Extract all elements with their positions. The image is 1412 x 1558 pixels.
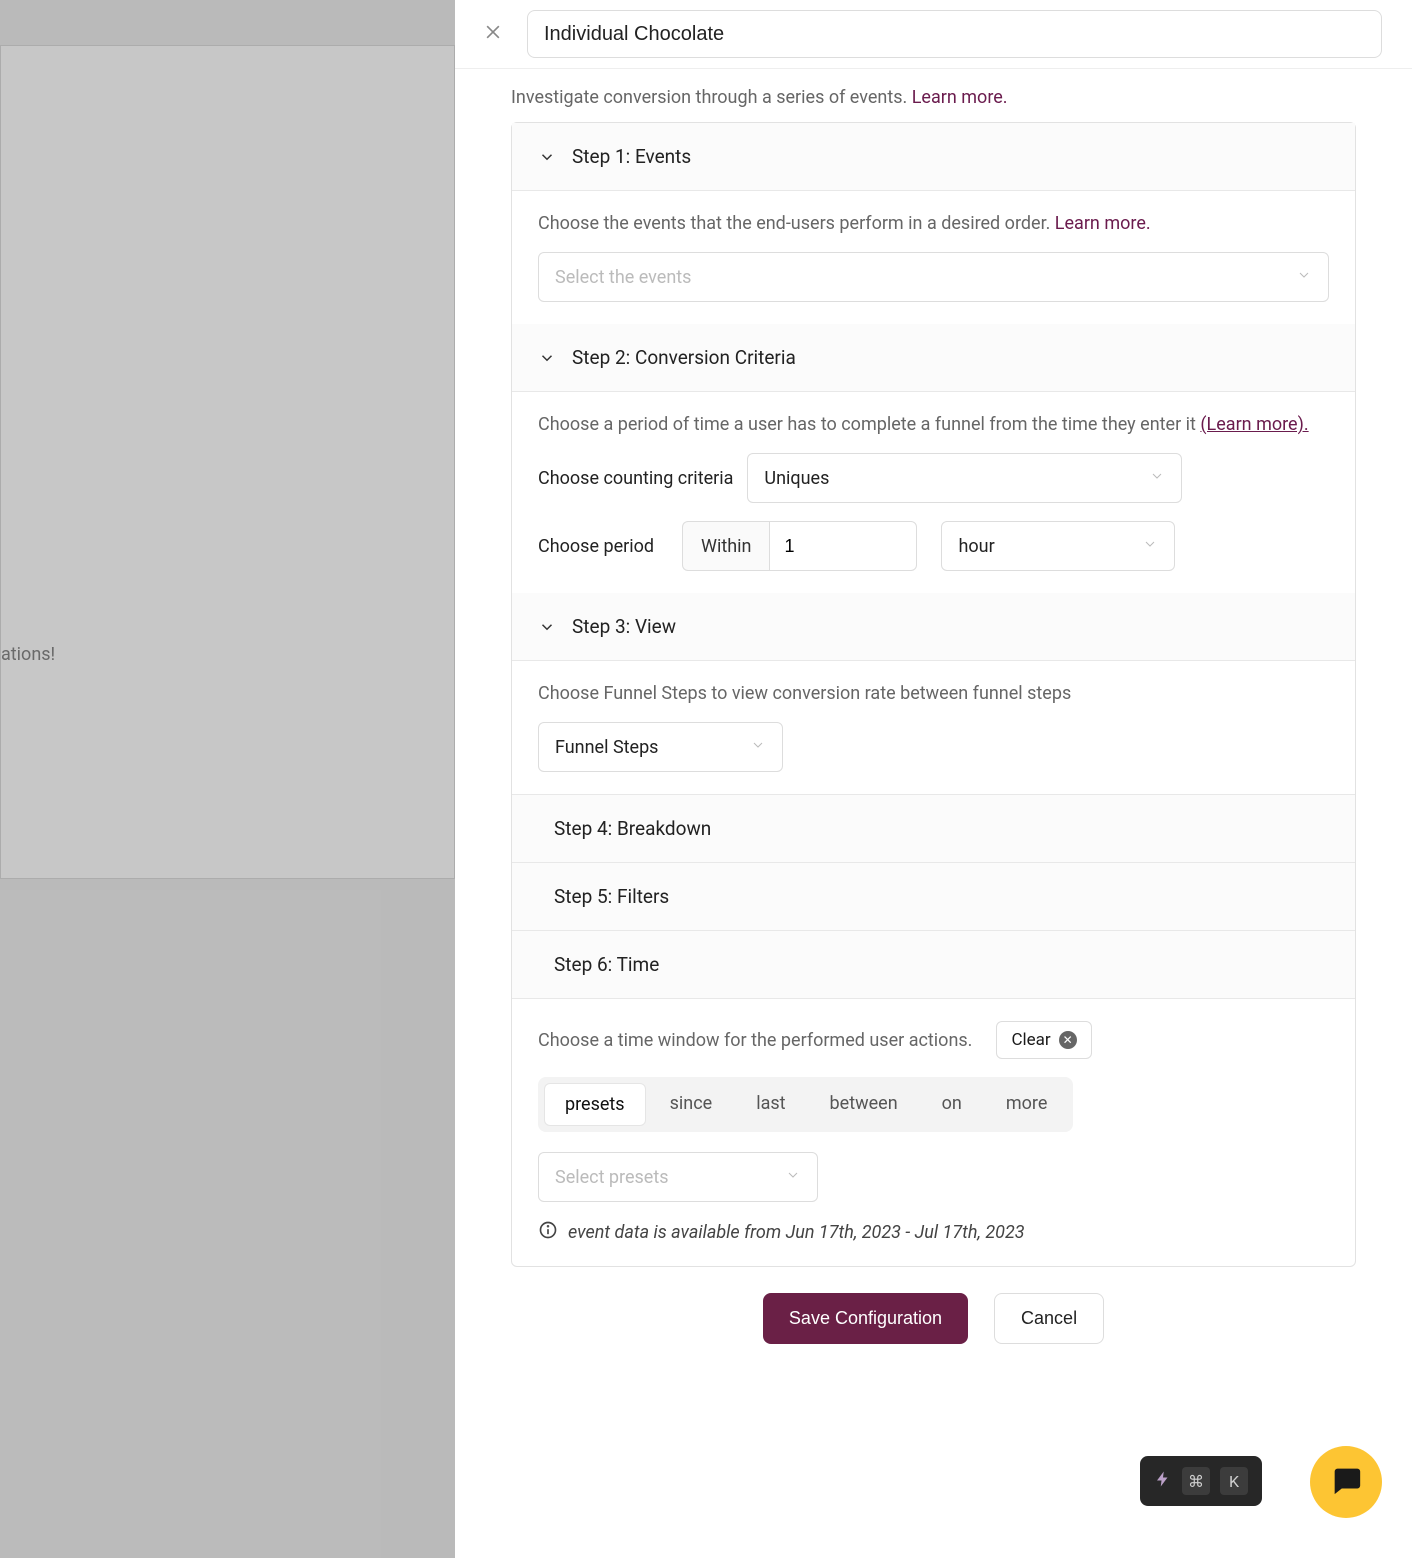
step3-header[interactable]: Step 3: View	[512, 593, 1355, 661]
chevron-down-icon	[750, 737, 766, 757]
tab-since[interactable]: since	[650, 1083, 733, 1126]
intro-learn-more-link[interactable]: Learn more.	[912, 87, 1008, 108]
bolt-icon	[1154, 1470, 1172, 1492]
info-icon	[538, 1220, 558, 1244]
clear-label: Clear	[1011, 1030, 1050, 1050]
step1-title: Step 1: Events	[572, 145, 691, 168]
period-value-group: Within	[682, 521, 917, 571]
period-unit-value: hour	[958, 536, 994, 557]
step4-title: Step 4: Breakdown	[554, 817, 711, 840]
save-button[interactable]: Save Configuration	[763, 1293, 968, 1344]
criteria-select[interactable]: Uniques	[747, 453, 1182, 503]
title-input[interactable]	[527, 10, 1382, 58]
step3-desc: Choose Funnel Steps to view conversion r…	[538, 683, 1329, 704]
period-prefix: Within	[682, 521, 769, 571]
step3-title: Step 3: View	[572, 615, 676, 638]
intro-label: Investigate conversion through a series …	[511, 87, 912, 108]
chevron-down-icon	[538, 618, 556, 636]
drawer-body: Investigate conversion through a series …	[455, 69, 1412, 1384]
step2-desc-text: Choose a period of time a user has to co…	[538, 414, 1200, 435]
clear-x-icon: ✕	[1059, 1031, 1077, 1049]
cmd-key-letter: K	[1220, 1467, 1248, 1495]
background-dimmer	[0, 0, 455, 1558]
chevron-down-icon	[1142, 536, 1158, 556]
step1-desc: Choose the events that the end-users per…	[538, 213, 1329, 234]
chevron-down-icon	[538, 349, 556, 367]
presets-placeholder: Select presets	[555, 1167, 669, 1188]
step6-body: Choose a time window for the performed u…	[512, 998, 1355, 1266]
step5-title: Step 5: Filters	[554, 885, 669, 908]
clear-button[interactable]: Clear ✕	[996, 1021, 1091, 1059]
period-label: Choose period	[538, 536, 668, 557]
time-tabs: presets since last between on more	[538, 1077, 1073, 1132]
step1-body: Choose the events that the end-users per…	[512, 191, 1355, 324]
tab-between[interactable]: between	[810, 1083, 918, 1126]
chat-icon	[1329, 1463, 1363, 1501]
step2-title: Step 2: Conversion Criteria	[572, 346, 796, 369]
step6-title: Step 6: Time	[554, 953, 659, 976]
events-select-placeholder: Select the events	[555, 267, 691, 288]
step6-header[interactable]: Step 6: Time	[512, 930, 1355, 998]
tab-presets[interactable]: presets	[544, 1083, 646, 1126]
criteria-value: Uniques	[764, 468, 829, 489]
command-palette-pill[interactable]: ⌘ K	[1140, 1456, 1262, 1506]
criteria-row: Choose counting criteria Uniques	[538, 453, 1329, 503]
presets-select[interactable]: Select presets	[538, 1152, 818, 1202]
step6-desc: Choose a time window for the performed u…	[538, 1030, 972, 1051]
info-text: event data is available from Jun 17th, 2…	[568, 1222, 1025, 1243]
view-value: Funnel Steps	[555, 737, 658, 758]
time-top-row: Choose a time window for the performed u…	[538, 1021, 1329, 1059]
step2-learn-more-link[interactable]: (Learn more).	[1200, 414, 1308, 435]
steps-panel: Step 1: Events Choose the events that th…	[511, 122, 1356, 1267]
data-availability-info: event data is available from Jun 17th, 2…	[538, 1220, 1329, 1244]
step2-body: Choose a period of time a user has to co…	[512, 392, 1355, 593]
chevron-down-icon	[1296, 267, 1312, 287]
chat-fab[interactable]	[1310, 1446, 1382, 1518]
cmd-key-modifier: ⌘	[1182, 1467, 1210, 1495]
view-select[interactable]: Funnel Steps	[538, 722, 783, 772]
step2-header[interactable]: Step 2: Conversion Criteria	[512, 324, 1355, 392]
config-drawer: Investigate conversion through a series …	[455, 0, 1412, 1558]
close-button[interactable]	[479, 20, 507, 48]
step1-header[interactable]: Step 1: Events	[512, 123, 1355, 191]
close-icon	[483, 22, 503, 46]
cancel-button[interactable]: Cancel	[994, 1293, 1104, 1344]
step1-desc-text: Choose the events that the end-users per…	[538, 213, 1055, 234]
tab-more[interactable]: more	[986, 1083, 1068, 1126]
chevron-down-icon	[538, 148, 556, 166]
chevron-down-icon	[785, 1167, 801, 1187]
step2-desc: Choose a period of time a user has to co…	[538, 414, 1329, 435]
criteria-label: Choose counting criteria	[538, 468, 733, 489]
step1-learn-more-link[interactable]: Learn more.	[1055, 213, 1151, 234]
tab-on[interactable]: on	[922, 1083, 982, 1126]
events-select[interactable]: Select the events	[538, 252, 1329, 302]
drawer-header	[455, 0, 1412, 69]
step5-header[interactable]: Step 5: Filters	[512, 862, 1355, 930]
intro-text: Investigate conversion through a series …	[511, 87, 1356, 108]
step4-header[interactable]: Step 4: Breakdown	[512, 794, 1355, 862]
step3-body: Choose Funnel Steps to view conversion r…	[512, 661, 1355, 794]
period-row: Choose period Within hour	[538, 521, 1329, 571]
chevron-down-icon	[1149, 468, 1165, 488]
period-unit-select[interactable]: hour	[941, 521, 1175, 571]
footer-actions: Save Configuration Cancel	[511, 1293, 1356, 1344]
tab-last[interactable]: last	[736, 1083, 805, 1126]
period-input[interactable]	[769, 521, 917, 571]
